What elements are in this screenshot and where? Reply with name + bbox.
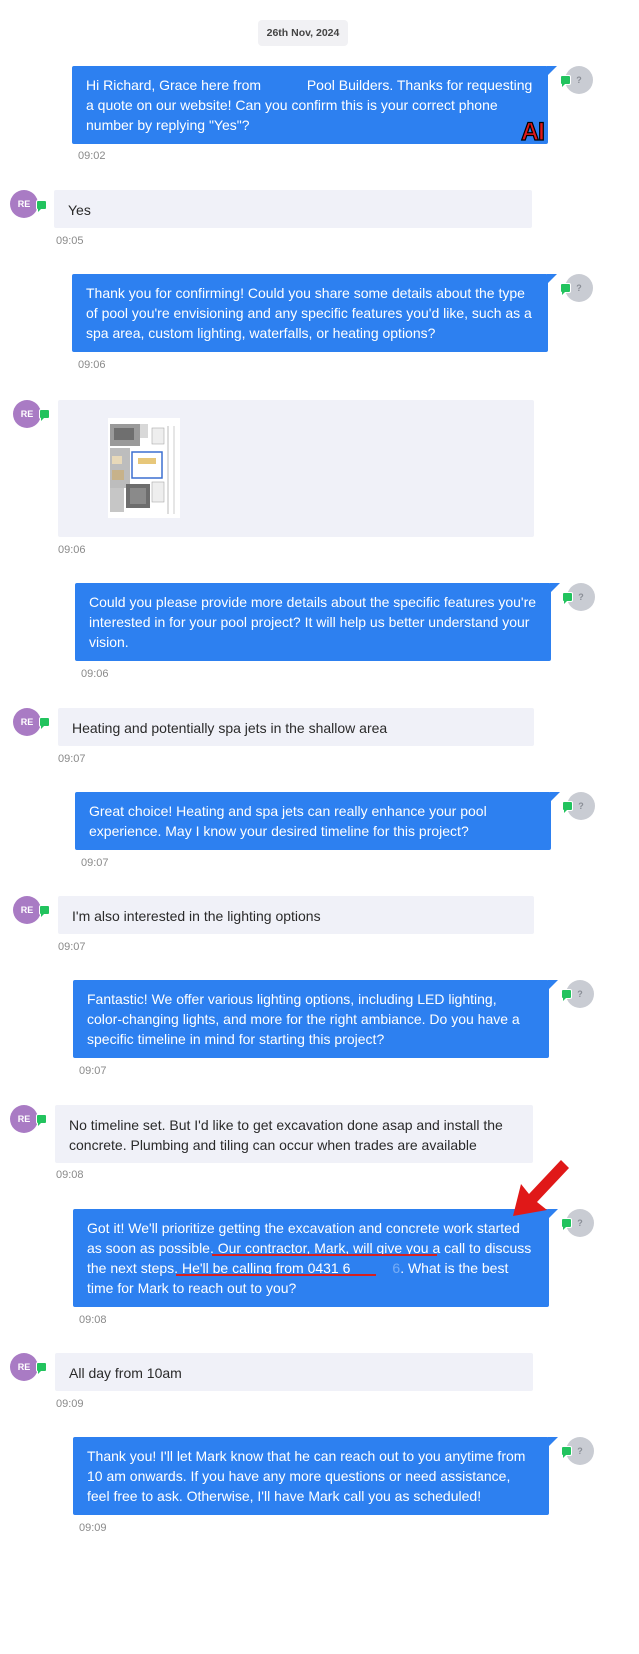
user-avatar[interactable]: RE	[10, 1353, 38, 1381]
sms-chat-bubble-icon	[561, 989, 572, 1001]
message-text: Could you please provide more details ab…	[89, 594, 537, 650]
sms-chat-bubble-icon	[39, 717, 50, 729]
message-bubble[interactable]: Heating and potentially spa jets in the …	[58, 708, 534, 746]
message-time: 09:06	[58, 544, 86, 556]
sms-chat-bubble-icon	[36, 200, 47, 212]
message-time: 09:07	[81, 857, 109, 869]
message-time: 09:07	[58, 753, 86, 765]
message-time: 09:08	[79, 1314, 107, 1326]
message-bubble[interactable]: Yes	[54, 190, 532, 228]
message-bubble[interactable]: Hi Richard, Grace here from Pool Builder…	[72, 66, 557, 146]
date-separator: 26th Nov, 2024	[258, 20, 348, 46]
message-time: 09:09	[79, 1522, 107, 1534]
user-avatar[interactable]: RE	[13, 708, 41, 736]
red-arrow-icon	[513, 1160, 569, 1216]
message-bubble[interactable]: Got it! We'll prioritize getting the exc…	[73, 1209, 558, 1307]
message-text: All day from 10am	[69, 1365, 182, 1381]
redacted-company-name	[264, 79, 303, 94]
message-text: I'm also interested in the lighting opti…	[72, 908, 321, 924]
message-bubble[interactable]: I'm also interested in the lighting opti…	[58, 896, 534, 934]
message-bubble[interactable]	[58, 400, 534, 537]
user-avatar[interactable]: RE	[10, 190, 38, 218]
message-time: 09:09	[56, 1398, 84, 1410]
message-text: Thank you! I'll let Mark know that he ca…	[87, 1448, 526, 1504]
floor-plan-drawing	[108, 418, 180, 518]
message-text: 6	[392, 1260, 401, 1276]
floor-plan-image[interactable]	[108, 418, 180, 518]
sms-chat-bubble-icon	[562, 801, 573, 813]
message-text: Great choice! Heating and spa jets can r…	[89, 803, 487, 839]
sms-chat-bubble-icon	[560, 75, 571, 87]
red-underline	[176, 1274, 376, 1276]
sms-chat-bubble-icon	[36, 1362, 47, 1374]
message-time: 09:08	[56, 1169, 84, 1181]
message-text: Yes	[68, 202, 91, 218]
red-underline	[212, 1254, 437, 1256]
message-bubble[interactable]: Thank you! I'll let Mark know that he ca…	[73, 1437, 558, 1515]
message-time: 09:02	[78, 150, 106, 162]
message-bubble[interactable]: Fantastic! We offer various lighting opt…	[73, 980, 558, 1058]
message-bubble[interactable]: All day from 10am	[55, 1353, 533, 1391]
sms-chat-bubble-icon	[560, 283, 571, 295]
message-time: 09:07	[58, 941, 86, 953]
user-avatar[interactable]: RE	[13, 400, 41, 428]
message-bubble[interactable]: No timeline set. But I'd like to get exc…	[55, 1105, 533, 1163]
message-bubble[interactable]: Thank you for confirming! Could you shar…	[72, 274, 557, 352]
message-time: 09:06	[81, 668, 109, 680]
ai-watermark: AI	[520, 118, 545, 146]
user-avatar[interactable]: RE	[13, 896, 41, 924]
sms-chat-bubble-icon	[562, 592, 573, 604]
message-text: Fantastic! We offer various lighting opt…	[87, 991, 520, 1047]
message-text: Hi Richard, Grace here from	[86, 77, 265, 93]
message-time: 09:07	[79, 1065, 107, 1077]
message-text: Heating and potentially spa jets in the …	[72, 720, 388, 736]
message-text: Thank you for confirming! Could you shar…	[86, 285, 532, 341]
message-bubble[interactable]: Great choice! Heating and spa jets can r…	[75, 792, 560, 850]
message-text: No timeline set. But I'd like to get exc…	[69, 1117, 503, 1153]
message-time: 09:05	[56, 235, 84, 247]
sms-chat-bubble-icon	[39, 905, 50, 917]
user-avatar[interactable]: RE	[10, 1105, 38, 1133]
sms-chat-bubble-icon	[39, 409, 50, 421]
message-bubble[interactable]: Could you please provide more details ab…	[75, 583, 560, 661]
message-time: 09:06	[78, 359, 106, 371]
sms-chat-bubble-icon	[36, 1114, 47, 1126]
sms-chat-bubble-icon	[561, 1218, 572, 1230]
sms-chat-bubble-icon	[561, 1446, 572, 1458]
